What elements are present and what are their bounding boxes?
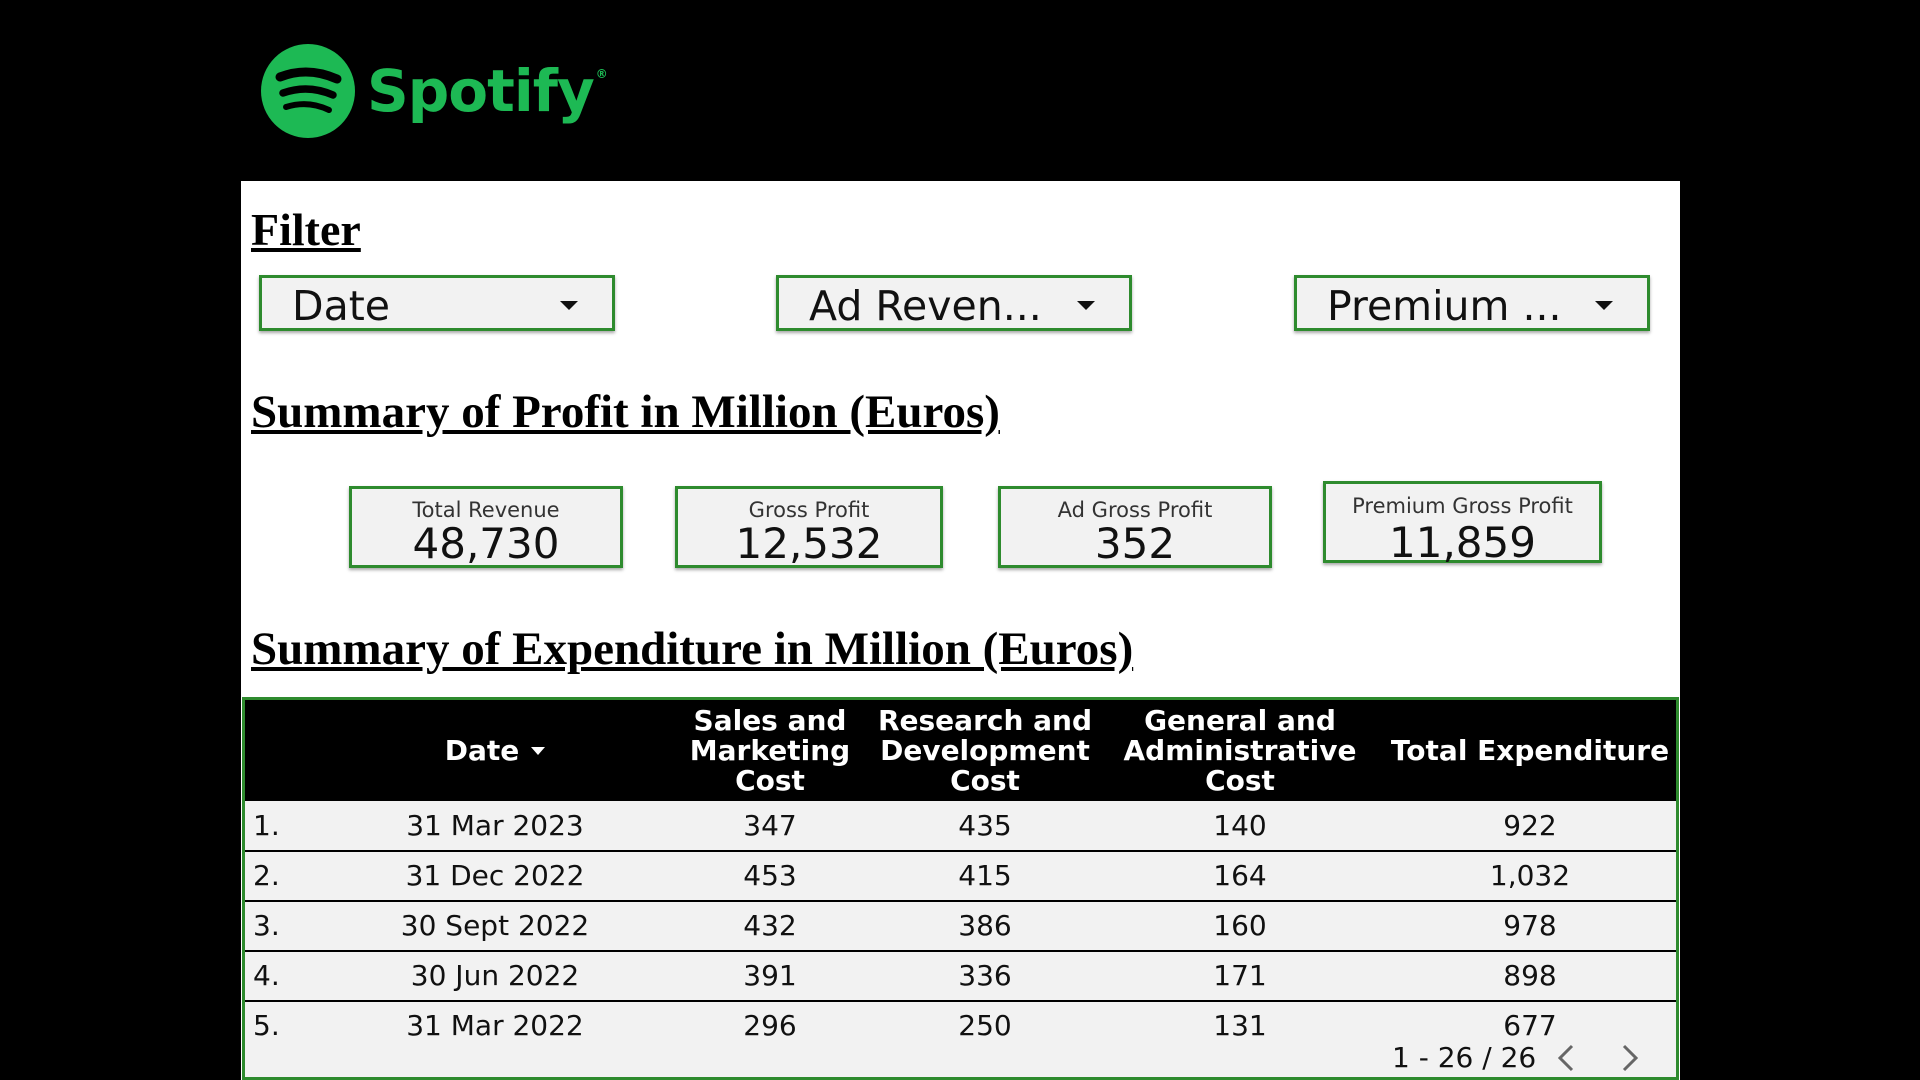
sort-desc-icon	[531, 746, 546, 755]
cell-date: 31 Mar 2022	[406, 1009, 584, 1042]
chevron-down-icon	[1595, 301, 1613, 310]
cell-total: 1,032	[1489, 859, 1571, 892]
expenditure-table: Date Sales and Marketing Cost Research a…	[242, 697, 1679, 1080]
dropdown-label: Date	[292, 282, 390, 330]
dashboard-panel: Filter Date Ad Reven... Premium ... Summ…	[241, 181, 1680, 1080]
cell-total: 898	[1503, 959, 1557, 992]
brand-name: Spotify ®	[367, 57, 608, 125]
cell-rnd: 386	[958, 909, 1012, 942]
cell-general: 140	[1213, 809, 1267, 842]
ad-revenue-filter-dropdown[interactable]: Ad Reven...	[776, 275, 1132, 331]
row-index: 3.	[253, 909, 280, 942]
row-index: 1.	[253, 809, 280, 842]
gross-profit-card: Gross Profit 12,532	[675, 486, 943, 568]
date-filter-dropdown[interactable]: Date	[259, 275, 615, 331]
cell-total: 922	[1503, 809, 1557, 842]
column-header-total[interactable]: Total Expenditure	[1385, 700, 1675, 801]
cell-general: 171	[1213, 959, 1267, 992]
table-row: 1. 31 Mar 2023 347 435 140 922	[245, 801, 1676, 852]
row-index: 2.	[253, 859, 280, 892]
cell-sales: 296	[743, 1009, 797, 1042]
premium-gross-profit-card: Premium Gross Profit 11,859	[1323, 481, 1602, 567]
cell-date: 30 Sept 2022	[400, 909, 590, 942]
row-index: 5.	[253, 1009, 280, 1042]
cell-rnd: 336	[958, 959, 1012, 992]
cell-general: 131	[1213, 1009, 1267, 1042]
table-pagination: 1 - 26 / 26	[1376, 1037, 1676, 1077]
kpi-value: 12,532	[735, 519, 883, 568]
pagination-status: 1 - 26 / 26	[1392, 1041, 1537, 1074]
filter-heading: Filter	[251, 204, 361, 255]
cell-sales: 432	[743, 909, 797, 942]
table-header: Date Sales and Marketing Cost Research a…	[245, 700, 1676, 801]
chevron-down-icon	[1077, 301, 1095, 310]
cell-date: 31 Dec 2022	[405, 859, 585, 892]
kpi-value: 11,859	[1389, 518, 1536, 567]
total-revenue-card: Total Revenue 48,730	[349, 486, 623, 568]
table-row: 4. 30 Jun 2022 391 336 171 898	[245, 951, 1676, 1002]
dropdown-label: Premium ...	[1327, 282, 1562, 330]
row-index: 4.	[253, 959, 280, 992]
profit-summary-heading: Summary of Profit in Million (Euros)	[251, 386, 1000, 438]
column-header-general[interactable]: General and Administrative Cost	[1095, 700, 1385, 801]
column-header-rnd[interactable]: Research and Development Cost	[875, 700, 1095, 801]
column-header-date[interactable]: Date	[325, 700, 665, 801]
table-row: 2. 31 Dec 2022 453 415 164 1,032	[245, 851, 1676, 902]
table-row: 3. 30 Sept 2022 432 386 160 978	[245, 901, 1676, 952]
cell-rnd: 415	[958, 859, 1012, 892]
chevron-down-icon	[560, 301, 578, 310]
spotify-logo-icon	[261, 44, 355, 138]
chevron-left-icon[interactable]	[1552, 1043, 1582, 1073]
dropdown-label: Ad Reven...	[809, 282, 1042, 330]
column-header-sales[interactable]: Sales and Marketing Cost	[665, 700, 875, 801]
cell-date: 31 Mar 2023	[406, 809, 584, 842]
cell-sales: 453	[743, 859, 797, 892]
kpi-label: Premium Gross Profit	[1352, 494, 1573, 518]
cell-sales: 391	[743, 959, 797, 992]
spotify-logo: Spotify ®	[261, 44, 608, 138]
ad-gross-profit-card: Ad Gross Profit 352	[998, 486, 1272, 568]
premium-filter-dropdown[interactable]: Premium ...	[1294, 275, 1650, 331]
cell-general: 164	[1213, 859, 1267, 892]
cell-sales: 347	[743, 809, 797, 842]
kpi-value: 352	[1094, 519, 1176, 568]
kpi-value: 48,730	[412, 519, 560, 568]
cell-general: 160	[1213, 909, 1267, 942]
cell-total: 978	[1503, 909, 1557, 942]
cell-rnd: 250	[958, 1009, 1012, 1042]
expenditure-summary-heading: Summary of Expenditure in Million (Euros…	[251, 623, 1134, 675]
cell-date: 30 Jun 2022	[410, 959, 580, 992]
cell-rnd: 435	[958, 809, 1012, 842]
chevron-right-icon[interactable]	[1614, 1043, 1644, 1073]
